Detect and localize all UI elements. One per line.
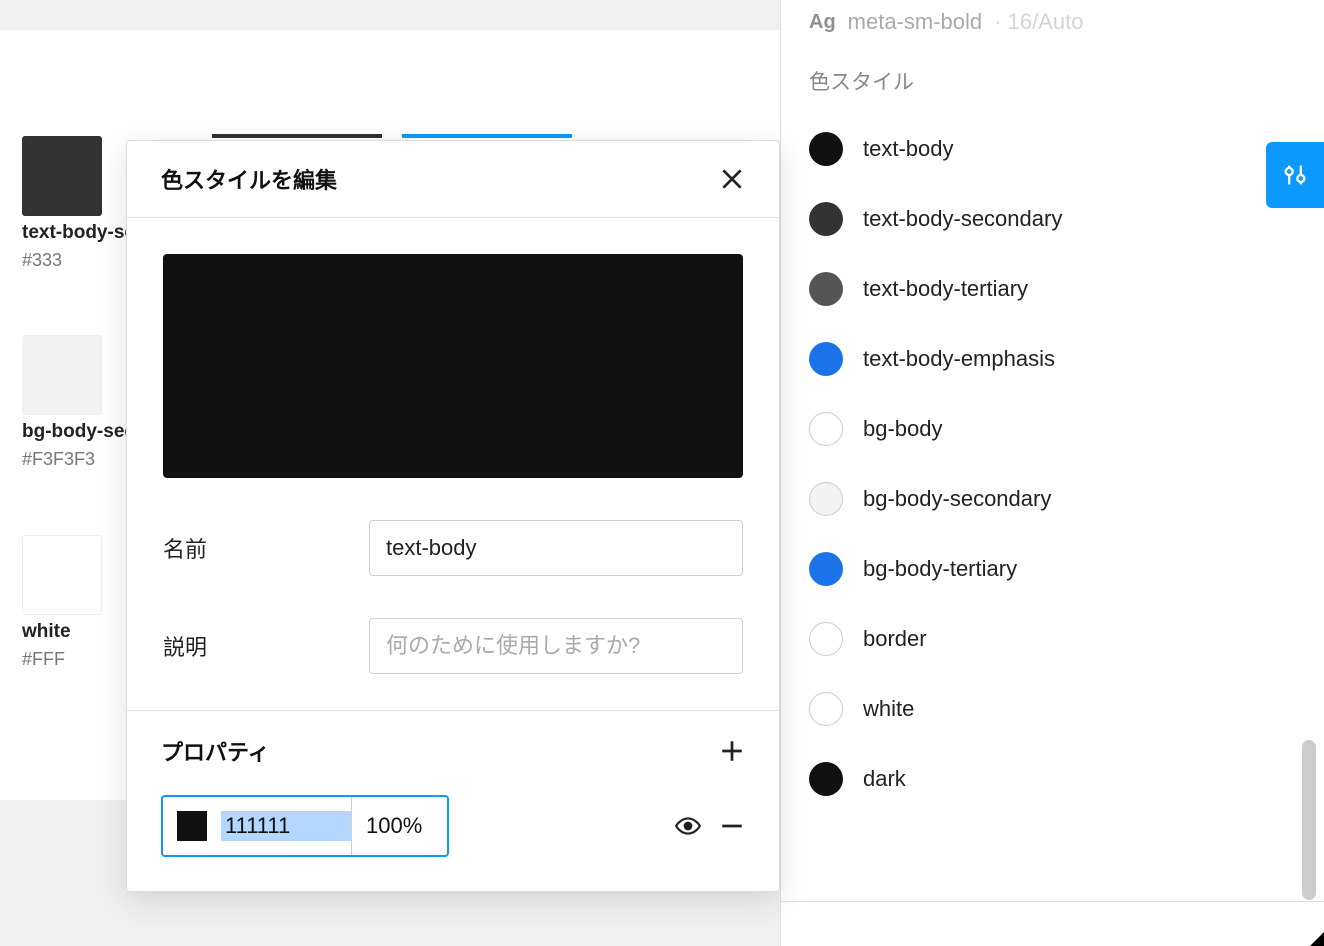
color-style-name: text-body-tertiary [863, 276, 1028, 302]
swatch-color [22, 335, 102, 415]
description-label: 説明 [163, 630, 369, 662]
color-dot [809, 692, 843, 726]
color-styles-list: text-body text-body-secondary text-body-te… [781, 114, 1324, 814]
panel-divider [781, 901, 1324, 902]
color-style-name: text-body-emphasis [863, 346, 1055, 372]
canvas-swatch-dark-bar [212, 134, 382, 138]
color-swatch-small[interactable] [177, 811, 207, 841]
description-input[interactable] [369, 618, 743, 674]
text-style-row[interactable]: Ag meta-sm-bold · 16/Auto [781, 0, 1324, 44]
name-input[interactable] [369, 520, 743, 576]
color-style-name: border [863, 626, 927, 652]
color-style-item-text-body-emphasis[interactable]: text-body-emphasis [781, 324, 1324, 394]
color-dot [809, 552, 843, 586]
color-style-name: dark [863, 766, 906, 792]
style-settings-button[interactable] [1266, 142, 1324, 208]
scrollbar-thumb[interactable] [1302, 740, 1316, 900]
close-icon[interactable] [719, 166, 745, 192]
color-style-name: bg-body-tertiary [863, 556, 1017, 582]
color-dot [809, 482, 843, 516]
color-preview[interactable] [163, 254, 743, 478]
color-style-name: text-body-secondary [863, 206, 1062, 232]
color-dot [809, 622, 843, 656]
ag-label: Ag [809, 11, 836, 34]
canvas-swatch-white[interactable]: white #FFF [22, 535, 102, 670]
edit-color-style-modal: 色スタイルを編集 名前 説明 プロパティ [126, 140, 780, 892]
swatch-color [22, 136, 102, 216]
text-style-name: meta-sm-bold [848, 9, 982, 35]
opacity-input[interactable] [351, 797, 447, 855]
color-style-item-bg-body[interactable]: bg-body [781, 394, 1324, 464]
modal-body: 名前 説明 [127, 218, 779, 710]
color-property-row [161, 795, 745, 857]
color-style-item-dark[interactable]: dark [781, 744, 1324, 814]
color-style-name: bg-body [863, 416, 943, 442]
swatch-hex: #FFF [22, 649, 102, 670]
inspector-panel: Ag meta-sm-bold · 16/Auto 色スタイル text-bod… [780, 0, 1324, 946]
hex-input[interactable] [221, 811, 351, 841]
canvas-top-strip [0, 0, 780, 30]
resize-handle-icon[interactable] [1310, 932, 1324, 946]
color-style-item-text-body[interactable]: text-body [781, 114, 1324, 184]
color-style-item-white[interactable]: white [781, 674, 1324, 744]
name-row: 名前 [163, 520, 743, 576]
color-dot [809, 132, 843, 166]
description-row: 説明 [163, 618, 743, 674]
color-dot [809, 762, 843, 796]
color-dot [809, 412, 843, 446]
color-style-item-bg-body-secondary[interactable]: bg-body-secondary [781, 464, 1324, 534]
color-dot [809, 272, 843, 306]
color-field[interactable] [161, 795, 449, 857]
name-label: 名前 [163, 532, 369, 564]
swatch-color [22, 535, 102, 615]
visibility-icon[interactable] [675, 813, 701, 839]
modal-header: 色スタイルを編集 [127, 141, 779, 218]
color-style-item-border[interactable]: border [781, 604, 1324, 674]
properties-section: プロパティ [127, 710, 779, 891]
canvas-swatch-blue-bar [402, 134, 572, 138]
color-style-name: bg-body-secondary [863, 486, 1051, 512]
remove-property-icon[interactable] [719, 813, 745, 839]
color-dot [809, 342, 843, 376]
color-dot [809, 202, 843, 236]
color-style-name: white [863, 696, 914, 722]
add-property-icon[interactable] [719, 738, 745, 764]
properties-title: プロパティ [161, 735, 270, 767]
color-style-name: text-body [863, 136, 954, 162]
color-style-item-text-body-secondary[interactable]: text-body-secondary [781, 184, 1324, 254]
color-styles-section-title: 色スタイル [781, 44, 1324, 114]
modal-title: 色スタイルを編集 [161, 163, 337, 195]
text-style-meta: · 16/Auto [994, 9, 1083, 35]
properties-header: プロパティ [161, 735, 745, 767]
swatch-label: white [22, 621, 102, 643]
color-style-item-bg-body-tertiary[interactable]: bg-body-tertiary [781, 534, 1324, 604]
color-style-item-text-body-tertiary[interactable]: text-body-tertiary [781, 254, 1324, 324]
